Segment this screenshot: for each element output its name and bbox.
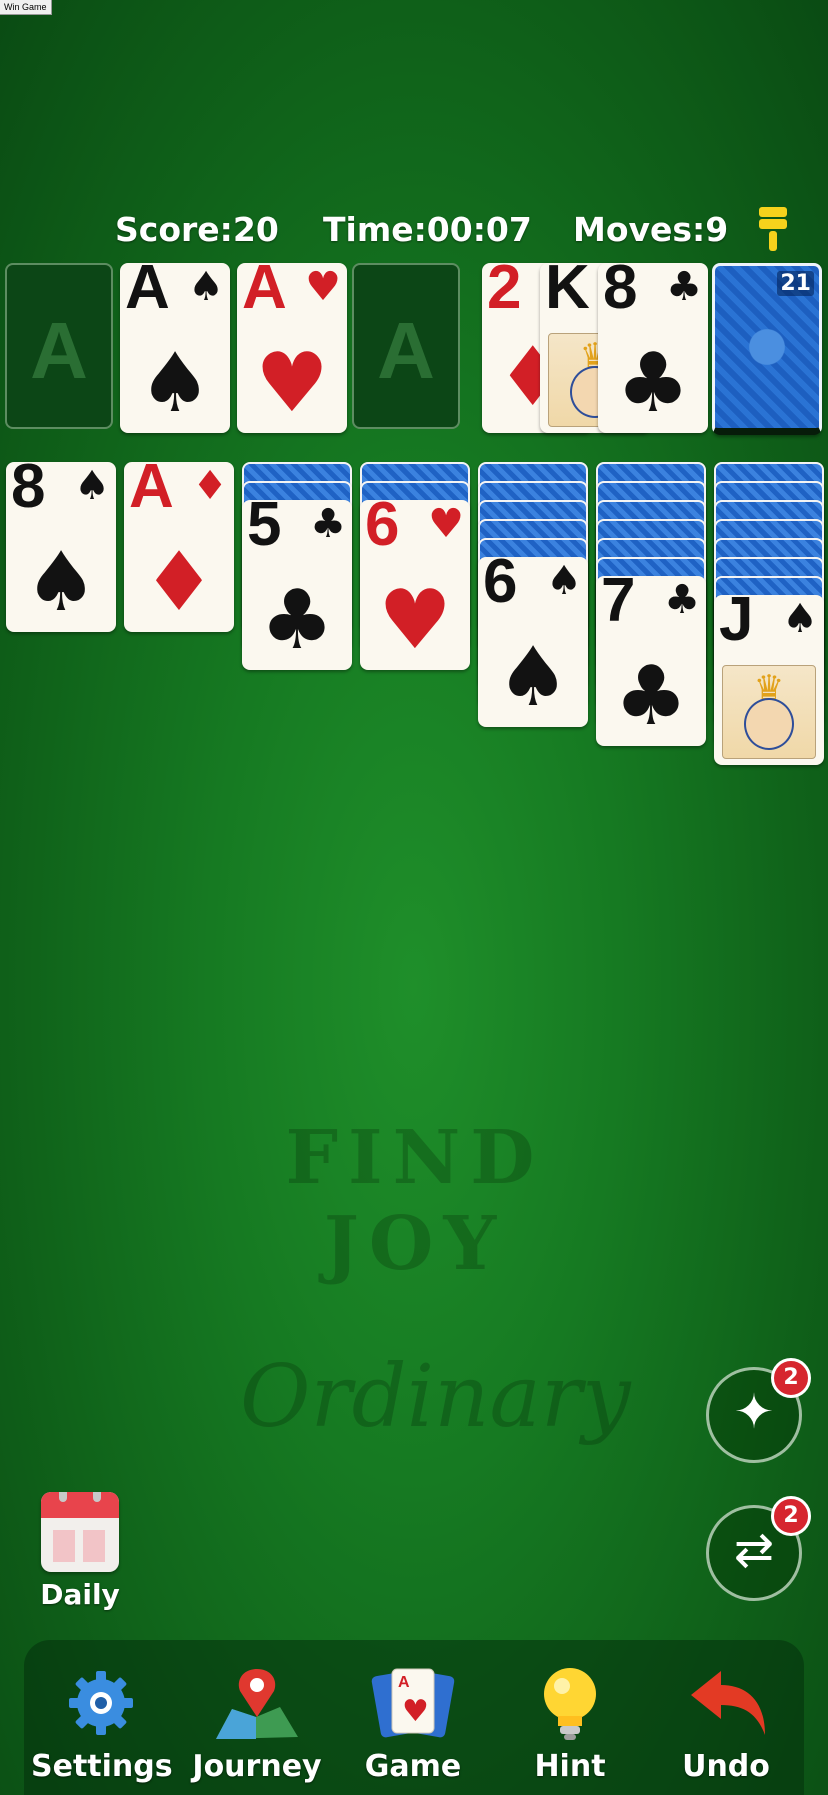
nav-hint-label: Hint (534, 1749, 606, 1784)
card-rank: J (719, 595, 754, 654)
foundation-placeholder: A (377, 306, 435, 395)
stock-pile[interactable]: 21 (712, 263, 822, 435)
card-rank: 7 (601, 576, 636, 635)
foundation-card-hearts[interactable]: A ♥ ♥ (237, 263, 347, 433)
card-suit-large: ♠ (24, 535, 98, 630)
tableau-card-col-1[interactable]: 8 ♠ ♠ (6, 462, 116, 632)
card-suit-small: ♠ (546, 558, 582, 604)
card-rank: 8 (11, 462, 46, 521)
card-suit-large: ♣ (260, 573, 334, 668)
nav-journey[interactable]: Journey (187, 1665, 327, 1784)
foundation-slot-1[interactable]: A (5, 263, 113, 429)
card-rank: 8 (603, 263, 638, 322)
nav-hint[interactable]: Hint (500, 1665, 640, 1784)
card-rank: A (125, 263, 170, 322)
card-rank: 6 (365, 500, 400, 559)
tableau-card-col-5[interactable]: 6 ♠ ♠ (478, 557, 588, 727)
card-suit-small: ♥ (428, 501, 464, 547)
brush-icon[interactable] (757, 205, 789, 253)
card-rank: A (129, 462, 174, 521)
card-suit-large: ♥ (378, 573, 452, 668)
score-label: Score:20 (115, 210, 279, 249)
tableau-card-col-2[interactable]: A ♦ ♦ (124, 462, 234, 632)
card-suit-small: ♠ (74, 463, 110, 509)
gear-icon (69, 1671, 133, 1735)
lightbulb-icon (544, 1668, 596, 1740)
moves-label: Moves:9 (573, 210, 729, 249)
svg-text:A: A (398, 1674, 410, 1691)
shuffle-count-badge: 2 (771, 1496, 811, 1536)
watermark-logo: FIND JOY Ordinary (240, 1115, 631, 1447)
tableau-card-col-3[interactable]: 5 ♣ ♣ (242, 500, 352, 670)
foundation-placeholder: A (30, 306, 88, 395)
card-suit-large: ♣ (616, 336, 690, 431)
card-suit-small: ♥ (305, 264, 341, 310)
card-suit-small: ♠ (782, 596, 818, 642)
waste-card-top[interactable]: 8 ♣ ♣ (598, 263, 708, 433)
card-rank: K (545, 263, 590, 322)
watermark-line2: Ordinary (240, 1347, 631, 1447)
tableau-card-col-4[interactable]: 6 ♥ ♥ (360, 500, 470, 670)
calendar-icon (41, 1492, 119, 1572)
card-suit-small: ♣ (310, 501, 346, 547)
card-suit-large: ♥ (255, 336, 329, 431)
card-rank: 6 (483, 557, 518, 616)
time-label: Time:00:07 (323, 210, 532, 249)
card-suit-large: ♠ (138, 336, 212, 431)
nav-game-label: Game (364, 1749, 462, 1784)
daily-button[interactable]: Daily (30, 1492, 130, 1611)
map-pin-icon (216, 1669, 298, 1739)
magic-wand-button[interactable]: ✦ 2 (706, 1358, 811, 1463)
card-rank: 2 (487, 263, 522, 322)
card-suit-small: ♦ (192, 463, 228, 509)
nav-journey-label: Journey (192, 1749, 322, 1784)
daily-label: Daily (40, 1578, 120, 1611)
card-suit-large: ♦ (142, 535, 216, 630)
watermark-line1: FIND JOY (285, 1115, 545, 1287)
foundation-card-spades[interactable]: A ♠ ♠ (120, 263, 230, 433)
magic-count-badge: 2 (771, 1358, 811, 1398)
card-suit-small: ♣ (666, 264, 702, 310)
card-rank: 5 (247, 500, 282, 559)
svg-text:♥: ♥ (402, 1694, 429, 1729)
card-suit-large: ♣ (614, 649, 688, 744)
card-suit-small: ♣ (664, 577, 700, 623)
jack-face-art: ♛ (722, 665, 816, 759)
undo-arrow-icon (691, 1671, 765, 1735)
nav-settings-label: Settings (31, 1749, 173, 1784)
card-suit-large: ♠ (496, 630, 570, 725)
stock-count: 21 (777, 271, 814, 296)
nav-undo-label: Undo (682, 1749, 770, 1784)
tableau-card-col-6[interactable]: 7 ♣ ♣ (596, 576, 706, 746)
card-rank: A (242, 263, 287, 322)
nav-undo[interactable]: Undo (656, 1665, 796, 1784)
tableau-card-col-7[interactable]: J ♠ ♛ (714, 595, 824, 765)
card-suit-small: ♠ (188, 264, 224, 310)
nav-settings[interactable]: Settings (31, 1665, 173, 1784)
window-title: Win Game (0, 0, 52, 15)
foundation-slot-4[interactable]: A (352, 263, 460, 429)
face-illustration (744, 698, 794, 750)
shuffle-button[interactable]: ⇄ 2 (706, 1496, 811, 1601)
nav-game[interactable]: A ♥ Game (343, 1665, 483, 1784)
cards-icon: A ♥ (371, 1668, 455, 1738)
